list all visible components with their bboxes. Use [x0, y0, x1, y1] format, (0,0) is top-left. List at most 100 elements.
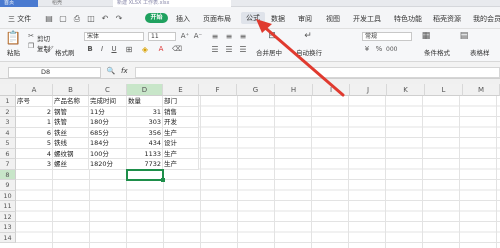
undo-icon[interactable]: ↶ — [100, 13, 110, 24]
cell-b2[interactable]: 钢管 — [53, 106, 89, 117]
align-left-icon[interactable]: ☰ — [210, 44, 220, 54]
align-center-icon[interactable]: ☰ — [224, 44, 234, 54]
menu-membership[interactable]: 我的会员 — [473, 14, 500, 24]
auto-wrap-label[interactable]: 自动换行 — [296, 47, 322, 57]
menu-formula[interactable]: 公式 — [241, 12, 265, 24]
row-header-1[interactable]: 1 — [0, 96, 16, 107]
cell-e2[interactable]: 销售 — [163, 106, 199, 117]
menu-features[interactable]: 特色功能 — [394, 14, 422, 24]
conditional-format-icon[interactable]: ▦ — [420, 31, 432, 43]
percent-icon[interactable]: % — [374, 44, 384, 55]
column-header-c[interactable]: C — [89, 84, 127, 96]
font-size-select[interactable]: 11 — [148, 32, 176, 41]
bold-icon[interactable]: B — [86, 44, 94, 55]
cell-c5[interactable]: 184分 — [89, 138, 127, 149]
menu-data[interactable]: 数据 — [271, 14, 285, 24]
cell-d2[interactable]: 31 — [127, 106, 163, 117]
row-header-7[interactable]: 7 — [0, 159, 16, 170]
cell-a5[interactable]: 5 — [16, 138, 53, 149]
cell-e4[interactable]: 生产 — [163, 127, 199, 138]
preview-icon[interactable]: ◫ — [86, 13, 96, 24]
cut-icon[interactable]: ✂ — [27, 31, 35, 41]
font-name-select[interactable]: 宋体 — [84, 32, 144, 41]
row-header-3[interactable]: 3 — [0, 117, 16, 128]
column-header-e[interactable]: E — [163, 84, 199, 96]
menu-insert[interactable]: 插入 — [176, 14, 190, 24]
cell-c2[interactable]: 11分 — [89, 106, 127, 117]
column-header-l[interactable]: L — [425, 84, 463, 96]
menu-file[interactable]: 三 文件 — [8, 14, 31, 24]
row-header-5[interactable]: 5 — [0, 138, 16, 149]
zoom-icon[interactable]: 🔍 — [106, 66, 116, 77]
fill-color-icon[interactable]: ◈ — [140, 44, 150, 55]
menu-developer[interactable]: 开发工具 — [353, 14, 381, 24]
decrease-font-icon[interactable]: A⁻ — [193, 31, 203, 42]
column-header-a[interactable]: A — [16, 84, 53, 96]
row-header-13[interactable]: 13 — [0, 222, 16, 233]
cell-a3[interactable]: 1 — [16, 117, 53, 128]
cell-a2[interactable]: 2 — [16, 106, 53, 117]
cut-label[interactable]: 剪切 — [37, 33, 50, 43]
cell-b7[interactable]: 螺丝 — [53, 159, 89, 170]
format-painter-icon[interactable]: 🖌 — [45, 45, 54, 55]
tab-daoke[interactable]: 稻壳 — [48, 0, 100, 7]
tab-home[interactable]: 首页 — [0, 0, 38, 7]
row-header-2[interactable]: 2 — [0, 106, 16, 117]
cell-e3[interactable]: 开发 — [163, 117, 199, 128]
cell-b3[interactable]: 铁管 — [53, 117, 89, 128]
cell-c1[interactable]: 完成时间 — [89, 96, 127, 107]
save-icon[interactable]: ▢ — [58, 13, 68, 24]
column-header-m[interactable]: M — [463, 84, 500, 96]
row-header-12[interactable]: 12 — [0, 211, 16, 222]
cell-d6[interactable]: 1133 — [127, 148, 163, 159]
paste-icon[interactable]: 📋 — [5, 31, 21, 47]
print-icon[interactable]: ⎙ — [72, 13, 82, 24]
align-top-icon[interactable]: ≡ — [210, 31, 220, 41]
column-header-k[interactable]: K — [387, 84, 425, 96]
conditional-format-label[interactable]: 条件格式 — [424, 47, 450, 57]
column-header-j[interactable]: J — [350, 84, 387, 96]
column-header-i[interactable]: I — [313, 84, 350, 96]
row-header-6[interactable]: 6 — [0, 148, 16, 159]
row-header-9[interactable]: 9 — [0, 180, 16, 191]
auto-wrap-icon[interactable]: ↵ — [302, 31, 314, 43]
cell-a6[interactable]: 4 — [16, 148, 53, 159]
tab-document[interactable]: 新建 XLSX 工作表.xlsx — [113, 0, 231, 7]
cell-c6[interactable]: 100分 — [89, 148, 127, 159]
cell-a7[interactable]: 3 — [16, 159, 53, 170]
column-header-b[interactable]: B — [53, 84, 89, 96]
cell-a1[interactable]: 序号 — [16, 96, 53, 107]
clear-format-icon[interactable]: ⌫ — [172, 44, 182, 55]
row-header-11[interactable]: 11 — [0, 201, 16, 212]
cell-d3[interactable]: 303 — [127, 117, 163, 128]
row-header-4[interactable]: 4 — [0, 127, 16, 138]
column-header-h[interactable]: H — [275, 84, 313, 96]
underline-icon[interactable]: U — [110, 44, 118, 55]
border-icon[interactable]: ⊞ — [124, 44, 134, 55]
font-color-icon[interactable]: A — [156, 44, 166, 55]
merge-center-label[interactable]: 合并居中 — [256, 47, 282, 57]
cell-e1[interactable]: 部门 — [163, 96, 199, 107]
increase-font-icon[interactable]: A⁺ — [180, 31, 190, 42]
cell-b6[interactable]: 螺纹钢 — [53, 148, 89, 159]
paste-label[interactable]: 粘贴 — [7, 47, 20, 57]
name-box[interactable]: D8 — [8, 67, 101, 78]
fx-button[interactable]: fx — [121, 66, 133, 77]
align-middle-icon[interactable]: ≡ — [224, 31, 234, 41]
align-right-icon[interactable]: ☰ — [238, 44, 248, 54]
align-bottom-icon[interactable]: ≡ — [238, 31, 248, 41]
currency-icon[interactable]: ¥ — [362, 44, 372, 55]
fill-handle[interactable] — [161, 178, 165, 182]
cell-d5[interactable]: 434 — [127, 138, 163, 149]
menu-page-layout[interactable]: 页面布局 — [203, 14, 231, 24]
row-header-8[interactable]: 8 — [0, 169, 16, 180]
cell-c3[interactable]: 180分 — [89, 117, 127, 128]
cell-d7[interactable]: 7732 — [127, 159, 163, 170]
cell-c7[interactable]: 1820分 — [89, 159, 127, 170]
selected-cell-d8[interactable] — [126, 169, 164, 181]
row-header-14[interactable]: 14 — [0, 232, 16, 243]
menu-daoke-resources[interactable]: 稻壳资源 — [433, 14, 461, 24]
cell-b5[interactable]: 铁线 — [53, 138, 89, 149]
cell-e6[interactable]: 生产 — [163, 148, 199, 159]
cell-b1[interactable]: 产品名称 — [53, 96, 89, 107]
